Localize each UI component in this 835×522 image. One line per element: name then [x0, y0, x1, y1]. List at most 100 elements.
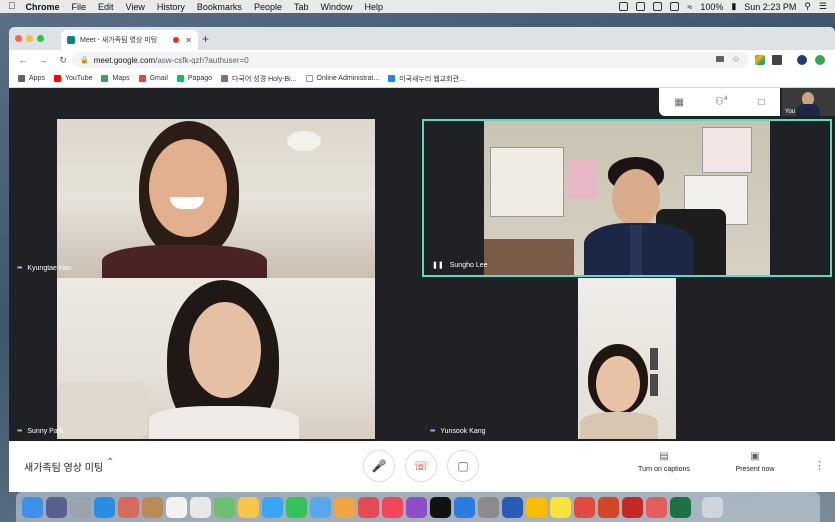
- messages-icon[interactable]: [262, 496, 283, 518]
- kakaotalk-icon[interactable]: [550, 496, 571, 518]
- participant-tile-sunny[interactable]: ••• Sunny Park: [9, 278, 421, 441]
- numbers-icon[interactable]: [310, 496, 331, 518]
- menu-people[interactable]: People: [254, 2, 282, 12]
- participant-tile-kyungtae[interactable]: ••• Kyungtae Han: [9, 88, 421, 278]
- extension-green-icon[interactable]: [815, 55, 825, 65]
- status-icon-1[interactable]: [619, 2, 629, 11]
- menu-history[interactable]: History: [157, 2, 185, 12]
- photo-app-icon[interactable]: [118, 496, 139, 518]
- extension-color-icon[interactable]: [755, 55, 765, 65]
- bookmark-label: 다국어 성경 Holy-Bi...: [232, 75, 297, 83]
- lock-icon[interactable]: 🔒: [80, 56, 89, 64]
- menu-tab[interactable]: Tab: [294, 2, 309, 12]
- menu-help[interactable]: Help: [365, 2, 384, 12]
- apple-menu-icon[interactable]: : [8, 1, 16, 12]
- participant-tile-yunsook[interactable]: ••• Yunsook Kang: [422, 278, 832, 441]
- more-options-icon[interactable]: ⋮: [814, 459, 825, 472]
- hang-up-button[interactable]: ☏: [405, 450, 437, 482]
- shirt: [580, 412, 658, 439]
- status-icon-3[interactable]: [653, 2, 663, 11]
- self-view-tile[interactable]: You: [782, 88, 835, 116]
- bookmark-maps[interactable]: Maps: [101, 75, 130, 82]
- tab-meet[interactable]: Meet - 새가족팀 영상 미팅 ✕: [61, 30, 198, 50]
- minimize-window-button[interactable]: [26, 35, 33, 42]
- finder-icon[interactable]: [22, 496, 43, 518]
- battery-icon[interactable]: ▮: [731, 1, 736, 12]
- people-button[interactable]: ⚇4: [715, 96, 727, 107]
- maps-app-icon[interactable]: [214, 496, 235, 518]
- launchpad-icon[interactable]: [70, 496, 91, 518]
- chrome-icon[interactable]: [526, 496, 547, 518]
- wifi-icon[interactable]: ≈: [687, 2, 692, 12]
- menu-app-name[interactable]: Chrome: [26, 2, 60, 12]
- music-icon[interactable]: [382, 496, 403, 518]
- search-icon[interactable]: ⚲: [804, 1, 811, 12]
- bookmark-gmail[interactable]: Gmail: [138, 75, 168, 82]
- powerpoint-icon[interactable]: [598, 496, 619, 518]
- notes-app-icon[interactable]: [142, 496, 163, 518]
- siri-icon[interactable]: [46, 496, 67, 518]
- meeting-title[interactable]: 새가족팀 영상 미팅: [24, 459, 103, 474]
- bookmark-star-icon[interactable]: ☆: [732, 54, 740, 65]
- chevron-up-icon[interactable]: ⌃: [106, 457, 114, 468]
- present-now-button[interactable]: ▣ Present now: [723, 451, 787, 473]
- more-dots-icon: •••: [430, 428, 435, 435]
- system-preferences-icon[interactable]: [478, 496, 499, 518]
- grid-layout-icon[interactable]: ▦: [675, 97, 684, 108]
- bookmark-saenuri[interactable]: 미국새누리 웹교회관...: [388, 74, 465, 84]
- back-arrow-icon[interactable]: ←: [17, 55, 29, 65]
- chat-icon[interactable]: □: [758, 97, 764, 108]
- address-bar[interactable]: 🔒 meet.google.com/asw-csfk-qzh?authuser=…: [72, 52, 748, 68]
- pdf-editor-icon[interactable]: [646, 496, 667, 518]
- new-tab-button[interactable]: +: [202, 32, 209, 46]
- bookmark-youtube[interactable]: YouTube: [53, 75, 92, 82]
- participant-name-text: Yunsook Kang: [440, 428, 486, 435]
- extension-grid-icon[interactable]: [772, 55, 782, 65]
- bookmark-online-admin[interactable]: Online Administrat...: [305, 75, 379, 82]
- participant-tile-sungho[interactable]: ❚❚ Sungho Lee: [422, 119, 832, 277]
- pdf-reader-icon[interactable]: [622, 496, 643, 518]
- apple-tv-icon[interactable]: [430, 496, 451, 518]
- forward-arrow-icon[interactable]: →: [37, 55, 49, 65]
- shirt: [149, 406, 299, 439]
- face: [189, 302, 261, 398]
- pdf-icon[interactable]: [574, 496, 595, 518]
- reload-icon[interactable]: ↻: [57, 55, 69, 66]
- bookmark-apps[interactable]: Apps: [18, 75, 45, 82]
- keynote-icon[interactable]: [334, 496, 355, 518]
- menu-view[interactable]: View: [126, 2, 145, 12]
- camera-in-use-icon[interactable]: [716, 56, 724, 62]
- bookmark-papago[interactable]: Papago: [176, 75, 212, 82]
- profile-avatar[interactable]: [797, 55, 807, 65]
- facetime-icon[interactable]: [286, 496, 307, 518]
- menu-file[interactable]: File: [72, 2, 87, 12]
- status-icon-2[interactable]: [636, 2, 646, 11]
- self-label: You: [785, 109, 796, 115]
- camera-button[interactable]: ▢: [447, 450, 479, 482]
- status-icon-4[interactable]: [670, 2, 680, 11]
- menu-bookmarks[interactable]: Bookmarks: [197, 2, 242, 12]
- close-tab-icon[interactable]: ✕: [185, 36, 192, 45]
- bookmark-holy-bible[interactable]: 다국어 성경 Holy-Bi...: [221, 74, 297, 84]
- close-window-button[interactable]: [15, 35, 22, 42]
- microphone-button[interactable]: 🎤: [363, 450, 395, 482]
- photos-icon[interactable]: [238, 496, 259, 518]
- excel-icon[interactable]: [670, 496, 691, 518]
- word-icon[interactable]: [502, 496, 523, 518]
- app-store-icon[interactable]: [454, 496, 475, 518]
- safari-icon[interactable]: [94, 496, 115, 518]
- menu-window[interactable]: Window: [320, 2, 352, 12]
- participant-video: [484, 121, 770, 275]
- news-icon[interactable]: [358, 496, 379, 518]
- trash-icon[interactable]: [702, 496, 723, 518]
- apps-grid-icon: [18, 75, 25, 82]
- captions-button[interactable]: ▤ Turn on captions: [629, 451, 699, 473]
- shirt: [102, 245, 267, 278]
- reminders-icon[interactable]: [190, 496, 211, 518]
- menu-list-icon[interactable]: ☰: [819, 1, 827, 12]
- clock[interactable]: Sun 2:23 PM: [744, 2, 796, 12]
- podcasts-icon[interactable]: [406, 496, 427, 518]
- zoom-window-button[interactable]: [37, 35, 44, 42]
- calendar-icon[interactable]: [166, 496, 187, 518]
- menu-edit[interactable]: Edit: [98, 2, 114, 12]
